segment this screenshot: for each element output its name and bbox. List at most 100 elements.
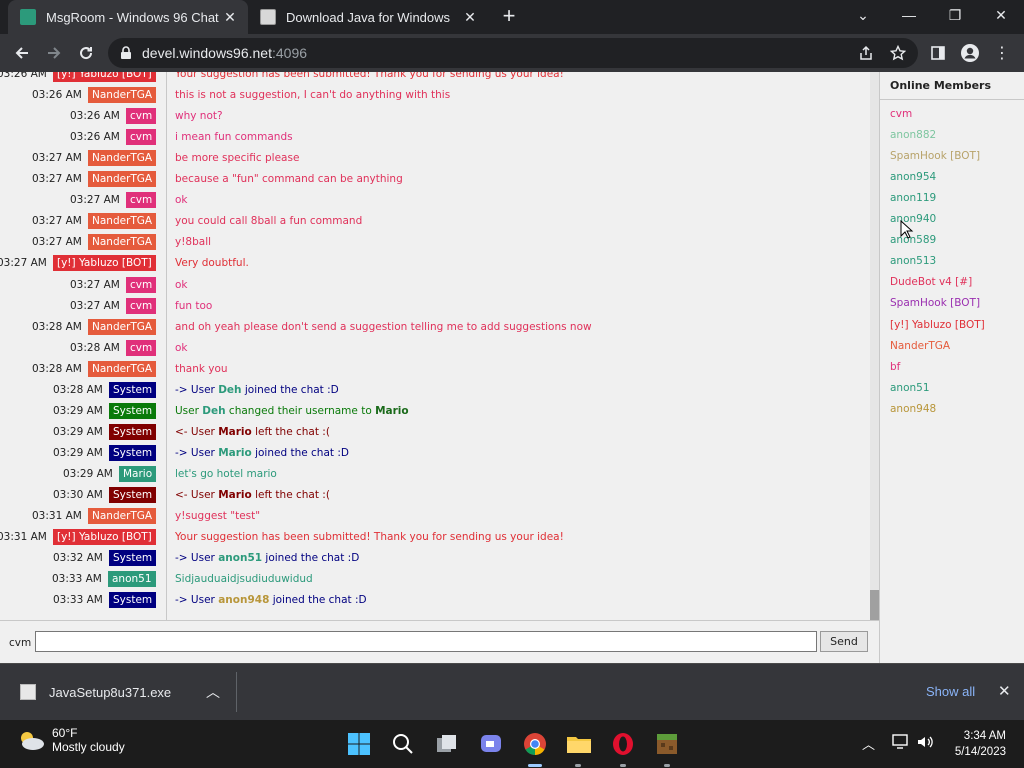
tab-search-icon[interactable]: ⌄ — [840, 0, 886, 30]
profile-avatar-icon[interactable] — [956, 39, 984, 67]
message-username-badge[interactable]: NanderTGA — [88, 150, 157, 167]
message-username-badge[interactable]: NanderTGA — [88, 213, 157, 230]
task-view-icon[interactable] — [433, 730, 461, 758]
member-item[interactable]: anon948 — [890, 403, 936, 415]
cloud-icon — [21, 732, 44, 750]
address-bar[interactable]: devel.windows96.net:4096 — [108, 38, 918, 68]
chat-scrollbar[interactable] — [870, 72, 879, 620]
message-username-badge[interactable]: Mario — [119, 465, 157, 482]
share-icon[interactable] — [852, 39, 880, 67]
tray-overflow-chevron-icon[interactable]: ︿ — [862, 734, 875, 753]
show-all-link[interactable]: Show all — [926, 684, 975, 699]
message-username-badge[interactable]: System — [109, 381, 157, 398]
bookmark-star-icon[interactable] — [884, 39, 912, 67]
member-item[interactable]: NanderTGA — [890, 340, 950, 352]
message-username-badge[interactable]: NanderTGA — [88, 171, 157, 188]
message-username-badge[interactable]: cvm — [126, 297, 157, 314]
message-text: you could call 8ball a fun command — [175, 215, 363, 228]
message-username-badge[interactable]: NanderTGA — [88, 508, 157, 525]
chat-message-row: System 03:29 AM User Deh changed their use… — [0, 401, 870, 422]
reload-button[interactable] — [72, 39, 100, 67]
message-text: Your suggestion has been submitted! Than… — [175, 531, 564, 544]
message-fragment: <- User — [175, 425, 219, 438]
close-tab-icon[interactable]: ✕ — [222, 9, 238, 25]
member-item[interactable]: SpamHook [BOT] — [890, 150, 980, 162]
tab-java[interactable]: Download Java for Windows ✕ — [248, 0, 488, 34]
message-timestamp: 03:33 AM — [53, 594, 103, 607]
member-item[interactable]: anon119 — [890, 192, 936, 204]
window-close-button[interactable]: ✕ — [978, 0, 1024, 30]
message-username-badge[interactable]: System — [109, 402, 157, 419]
opera-icon[interactable] — [609, 730, 637, 758]
message-username-badge[interactable]: [y!] Yabluzo [BOT] — [53, 255, 156, 272]
member-item[interactable]: cvm — [890, 108, 912, 120]
forward-button[interactable] — [40, 39, 68, 67]
browser-toolbar: devel.windows96.net:4096 ⋮ — [0, 34, 1024, 72]
message-username-badge[interactable]: NanderTGA — [88, 360, 157, 377]
message-fragment: changed their username to — [225, 404, 376, 417]
file-explorer-icon[interactable] — [565, 730, 593, 758]
teams-chat-icon[interactable] — [477, 730, 505, 758]
minecraft-icon[interactable] — [653, 730, 681, 758]
close-icon[interactable]: ✕ — [998, 682, 1011, 700]
message-username-badge[interactable]: NanderTGA — [88, 87, 157, 104]
send-button[interactable]: Send — [820, 631, 868, 652]
member-item[interactable]: [y!] Yabluzo [BOT] — [890, 319, 985, 331]
message-timestamp: 03:29 AM — [53, 404, 103, 417]
tab-msgroom[interactable]: MsgRoom - Windows 96 Chat ✕ — [8, 0, 248, 34]
message-username-badge[interactable]: System — [109, 444, 157, 461]
message-username-badge[interactable]: cvm — [126, 192, 157, 209]
close-tab-icon[interactable]: ✕ — [462, 9, 478, 25]
back-button[interactable] — [8, 39, 36, 67]
message-username-badge[interactable]: NanderTGA — [88, 234, 157, 251]
member-item[interactable]: bf — [890, 361, 900, 373]
start-button[interactable] — [345, 730, 373, 758]
message-text: ok — [175, 341, 188, 354]
member-item[interactable]: anon513 — [890, 255, 936, 267]
chat-message-row: cvm 03:27 AM ok — [0, 275, 870, 296]
chat-message-row: System 03:28 AM -> User Deh joined the cha… — [0, 380, 870, 401]
message-username-badge[interactable]: System — [109, 423, 157, 440]
side-panel-icon[interactable] — [924, 39, 952, 67]
menu-kebab-icon[interactable]: ⋮ — [988, 39, 1016, 67]
message-username-badge[interactable]: cvm — [126, 129, 157, 146]
message-username-badge[interactable]: cvm — [126, 276, 157, 293]
member-item[interactable]: SpamHook [BOT] — [890, 297, 980, 309]
weather-widget[interactable]: 60°F Mostly cloudy — [16, 726, 125, 754]
search-icon[interactable] — [389, 730, 417, 758]
member-item[interactable]: anon51 — [890, 382, 930, 394]
chat-divider — [166, 72, 167, 620]
message-username-badge[interactable]: [y!] Yabluzo [BOT] — [53, 72, 156, 82]
message-timestamp: 03:27 AM — [0, 257, 47, 270]
weather-temp: 60°F — [52, 726, 78, 740]
chevron-up-icon[interactable]: ︿ — [206, 682, 220, 702]
member-item[interactable]: anon882 — [890, 129, 936, 141]
message-username-badge[interactable]: NanderTGA — [88, 318, 157, 335]
chat-message-row: Mario 03:29 AM let's go hotel mario — [0, 464, 870, 485]
chat-scrollbar-thumb[interactable] — [870, 590, 879, 620]
chat-log[interactable]: [y!] Yabluzo [BOT] 03:26 AM Your suggestio… — [0, 72, 870, 620]
download-item[interactable]: JavaSetup8u371.exe — [20, 684, 171, 700]
volume-icon[interactable] — [916, 734, 934, 753]
message-username-badge[interactable]: System — [109, 592, 157, 609]
message-username-badge[interactable]: anon51 — [108, 571, 156, 588]
message-input[interactable] — [35, 631, 817, 652]
chrome-active-indicator — [528, 764, 542, 767]
chrome-taskbar-icon[interactable] — [521, 730, 549, 758]
message-username-badge[interactable]: System — [109, 487, 157, 503]
member-item[interactable]: anon954 — [890, 171, 936, 183]
member-item[interactable]: DudeBot v4 [#] — [890, 276, 972, 288]
clock-date: 5/14/2023 — [954, 746, 1006, 758]
download-filename: JavaSetup8u371.exe — [49, 684, 172, 700]
message-username-badge[interactable]: [y!] Yabluzo [BOT] — [53, 529, 156, 546]
message-username-badge[interactable]: cvm — [126, 108, 157, 125]
message-timestamp: 03:29 AM — [53, 446, 103, 459]
message-timestamp: 03:33 AM — [52, 573, 102, 586]
message-username-badge[interactable]: System — [109, 550, 157, 567]
restore-button[interactable]: ❐ — [932, 0, 978, 30]
new-tab-button[interactable]: + — [497, 5, 521, 29]
system-clock[interactable]: 3:34 AM 5/14/2023 — [940, 728, 1006, 760]
minimize-button[interactable]: — — [886, 0, 932, 30]
network-icon[interactable] — [892, 734, 910, 753]
message-username-badge[interactable]: cvm — [126, 339, 157, 356]
